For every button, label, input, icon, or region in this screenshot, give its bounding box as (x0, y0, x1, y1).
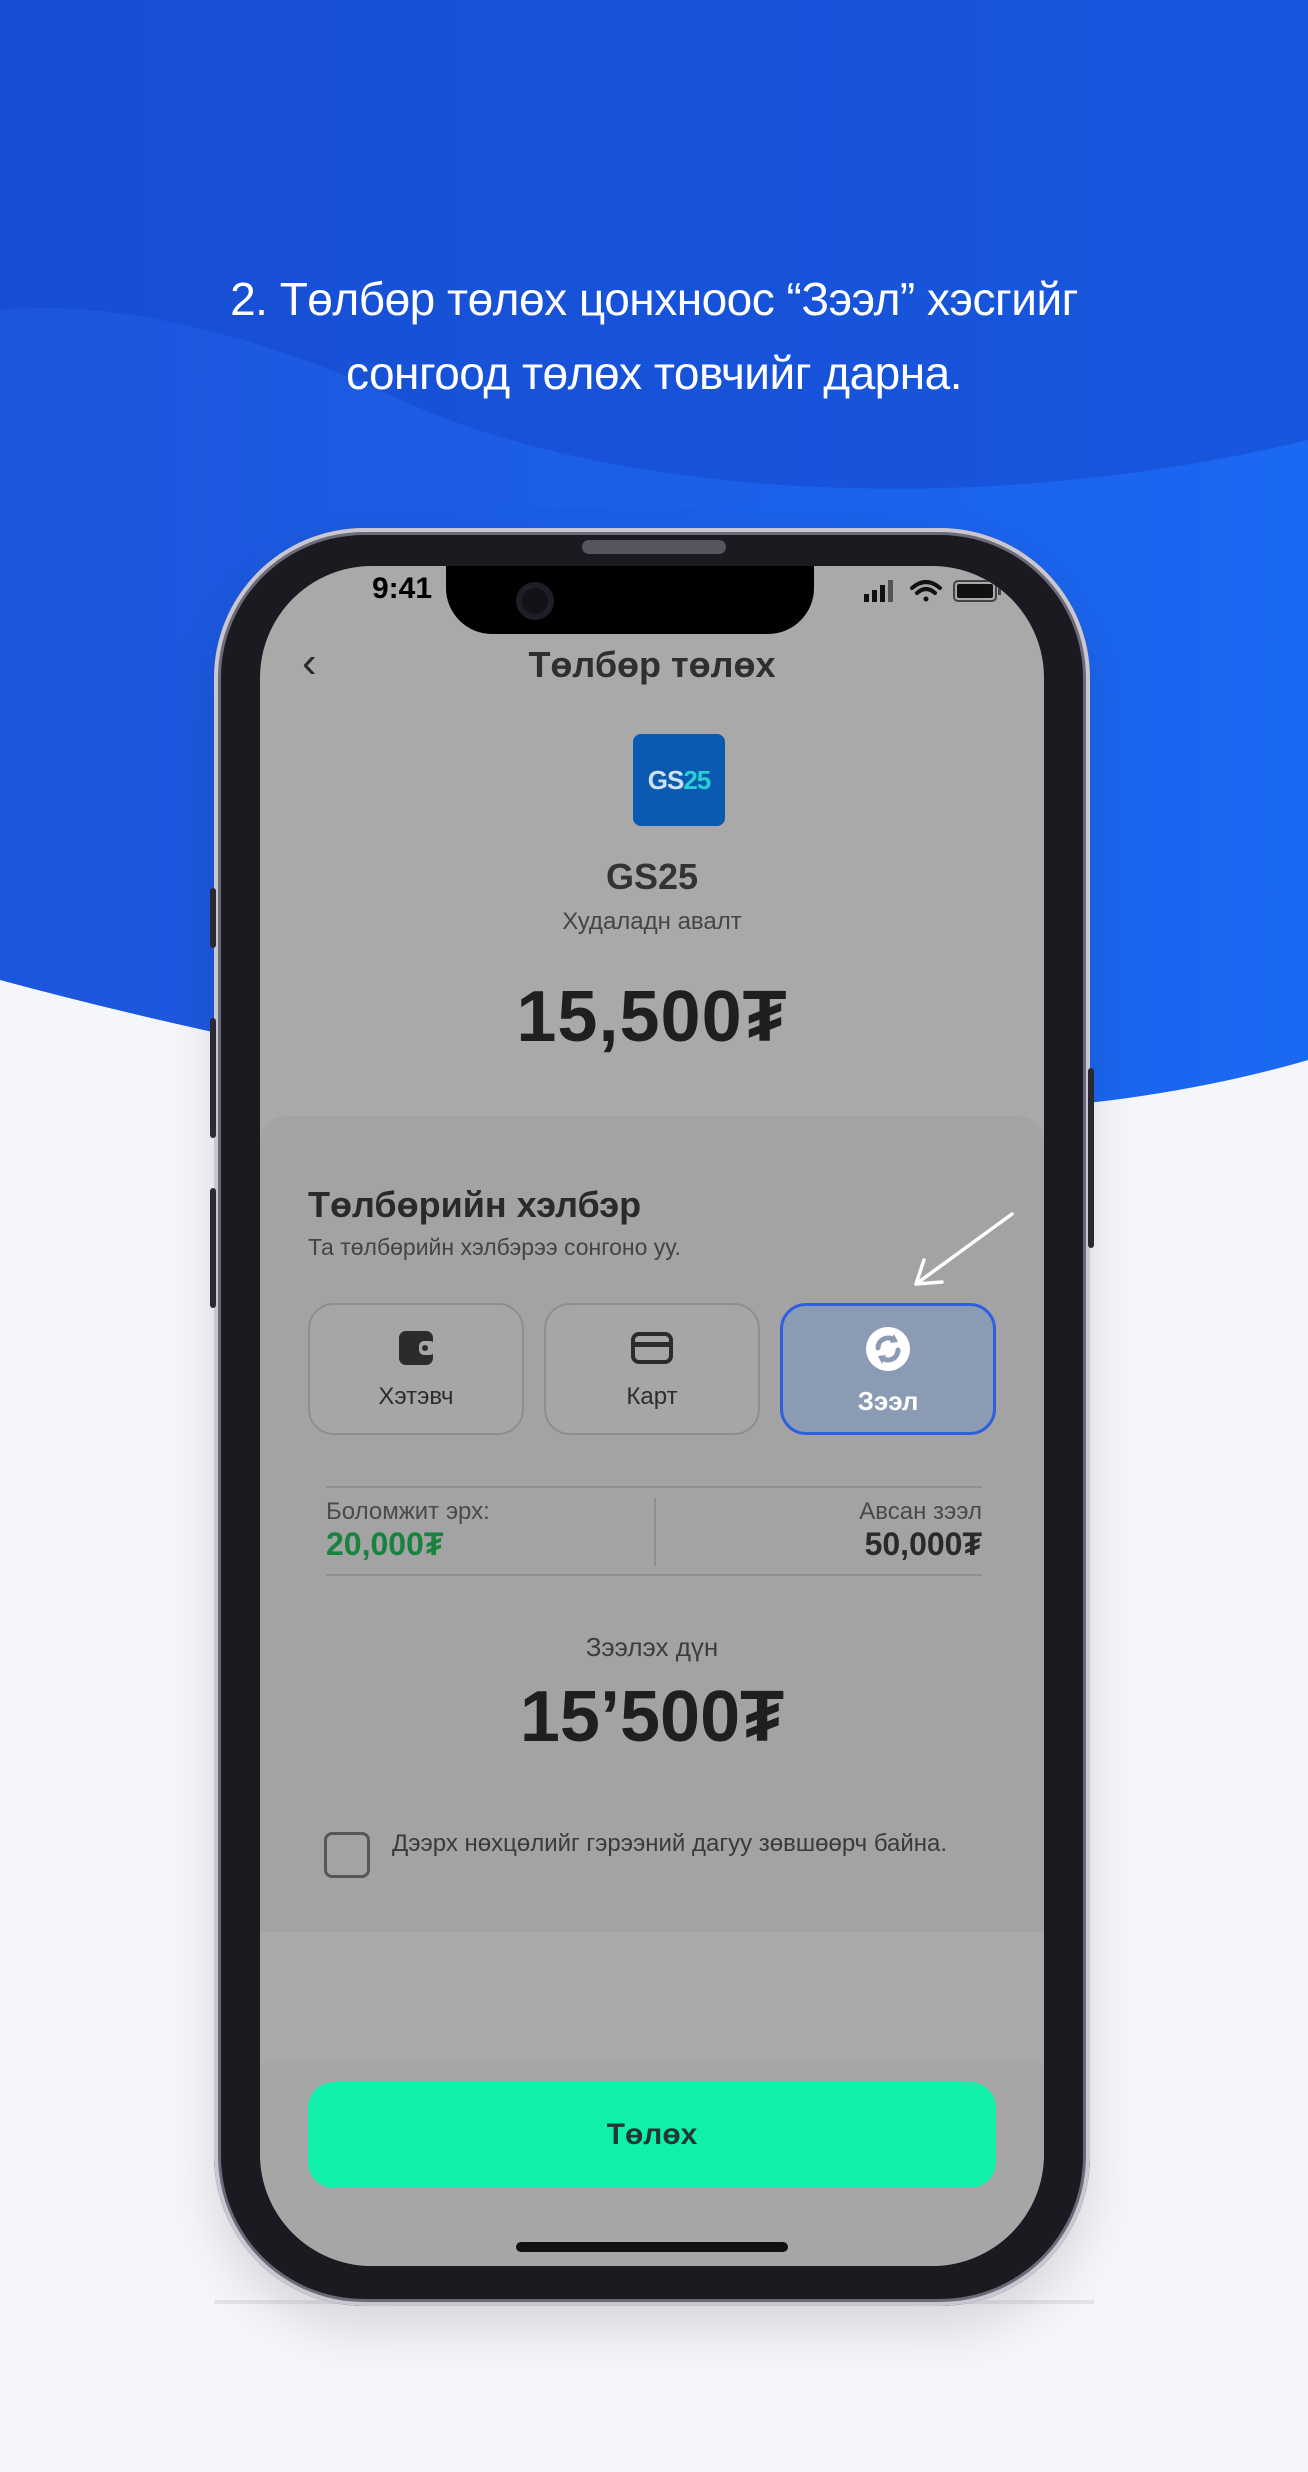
page-title: Төлбөр төлөх (528, 644, 776, 685)
limits-divider (654, 1498, 656, 1566)
power-button (1088, 1068, 1094, 1248)
payment-option-wallet[interactable]: Хэтэвч (308, 1303, 524, 1435)
status-icons (864, 580, 1001, 602)
payment-option-loan[interactable]: Зээл (780, 1303, 996, 1435)
payment-option-card[interactable]: Карт (544, 1303, 760, 1435)
option-label-wallet: Хэтэвч (378, 1383, 454, 1410)
phone-notch (446, 566, 814, 634)
mute-switch (210, 888, 216, 948)
wallet-icon (399, 1331, 435, 1365)
phone-screen: 9:41 ‹ Төлбөр төлөх GS 25 GS25 Худаладн … (260, 566, 1044, 2266)
caption-line-2: сонгоод төлөх товчийг дарна. (345, 347, 963, 399)
loan-amount-label: Зээлэх дүн (585, 1632, 719, 1662)
merchant-subtitle: Худаладн авалт (562, 908, 742, 935)
merchant-name: GS25 (605, 856, 699, 897)
option-label-card: Карт (626, 1383, 678, 1410)
option-label-loan: Зээл (857, 1386, 919, 1416)
signal-icon (864, 580, 893, 602)
taken-loan-value: 50,000₮ (864, 1526, 982, 1562)
earpiece-speaker (582, 540, 726, 554)
card-icon (631, 1332, 673, 1364)
available-limit-value: 20,000₮ (326, 1526, 444, 1562)
payment-amount: 15,500₮ (516, 977, 788, 1057)
merchant-logo: GS 25 (633, 734, 725, 826)
pointer-arrow-icon (914, 1212, 1014, 1286)
pay-button[interactable]: Төлөх (308, 2082, 996, 2188)
loan-amount-value: 15’500₮ (519, 1677, 785, 1757)
payment-method-subtitle: Та төлбөрийн хэлбэрээ сонгоно уу. (308, 1234, 681, 1260)
battery-icon (953, 580, 1001, 602)
available-limit-label: Боломжит эрх: (326, 1498, 490, 1525)
agreement-text: Дээрх нөхцөлийг гэрээний дагуу зөвшөөрч … (392, 1830, 948, 1857)
agreement-checkbox[interactable] (324, 1832, 370, 1878)
taken-loan-label: Авсан зээл (859, 1498, 982, 1525)
wifi-icon (910, 580, 942, 602)
loan-limits: Боломжит эрх: 20,000₮ Авсан зээл 50,000₮ (326, 1486, 982, 1576)
home-indicator (516, 2242, 788, 2252)
loan-refresh-icon (866, 1327, 910, 1371)
logo-letters: GS (647, 764, 685, 795)
phone-frame: 9:41 ‹ Төлбөр төлөх GS 25 GS25 Худаладн … (210, 528, 1094, 2306)
status-time: 9:41 (372, 572, 433, 605)
logo-number: 25 (683, 764, 711, 795)
volume-up-button (210, 1018, 216, 1138)
front-camera (516, 582, 554, 620)
instruction-caption: 2. Төлбөр төлөх цонхноос “Зээл” хэсгийг … (0, 262, 1308, 410)
caption-line-1: 2. Төлбөр төлөх цонхноос “Зээл” хэсгийг (230, 273, 1078, 325)
volume-down-button (210, 1188, 216, 1308)
payment-method-title: Төлбөрийн хэлбэр (308, 1184, 642, 1225)
